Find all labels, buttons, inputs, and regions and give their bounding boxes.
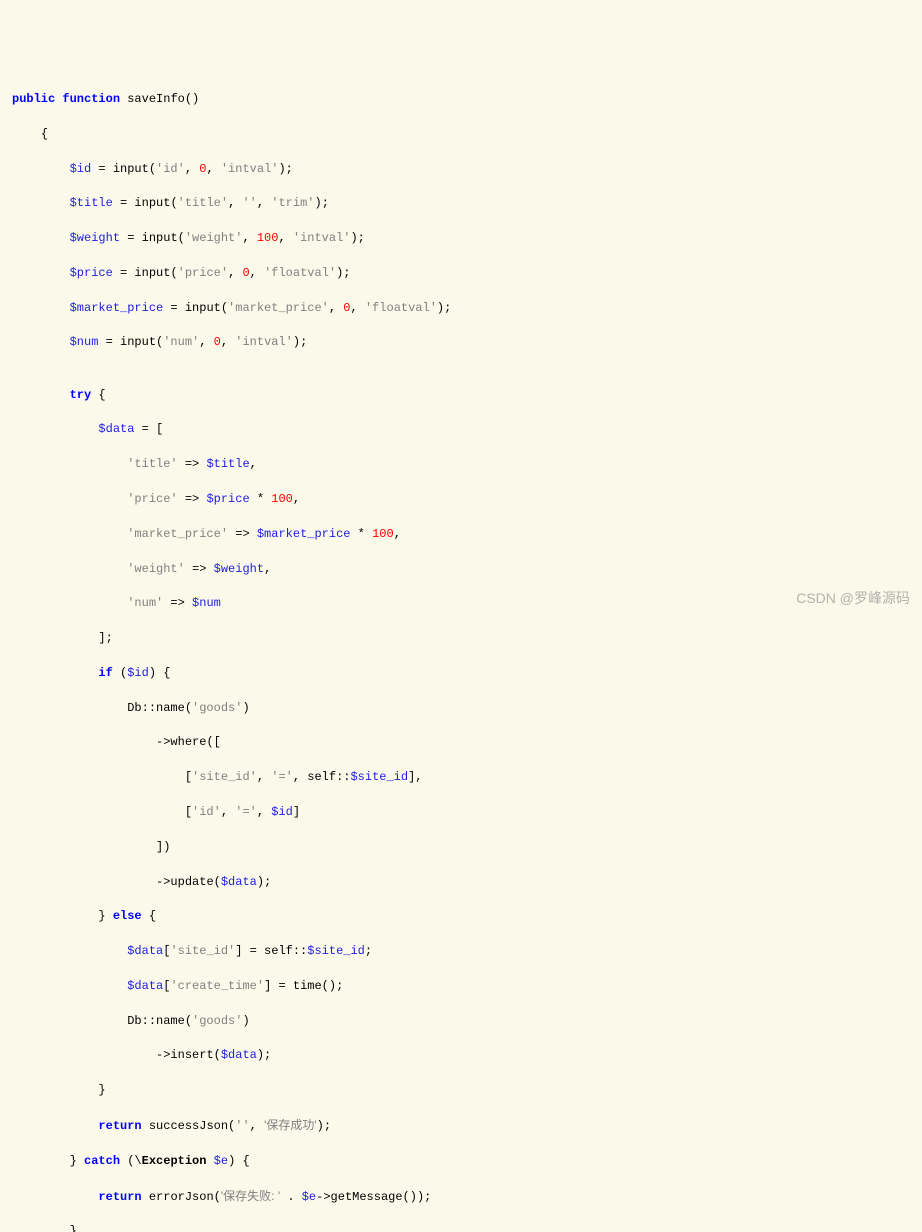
code-line: return successJson('', '保存成功'); (12, 1117, 922, 1135)
code-line: ['id', '=', $id] (12, 804, 922, 821)
code-line: $num = input('num', 0, 'intval'); (12, 334, 922, 351)
code-line: 'title' => $title, (12, 456, 922, 473)
code-line: ]) (12, 839, 922, 856)
code-line: 'market_price' => $market_price * 100, (12, 526, 922, 543)
code-line: if ($id) { (12, 665, 922, 682)
code-line: ['site_id', '=', self::$site_id], (12, 769, 922, 786)
code-line: public function saveInfo() (12, 91, 922, 108)
code-line: Db::name('goods') (12, 700, 922, 717)
code-line: ->insert($data); (12, 1047, 922, 1064)
watermark-text: CSDN @罗峰源码 (796, 588, 910, 608)
code-line: $price = input('price', 0, 'floatval'); (12, 265, 922, 282)
code-line: 'weight' => $weight, (12, 561, 922, 578)
code-line: $title = input('title', '', 'trim'); (12, 195, 922, 212)
code-line: Db::name('goods') (12, 1013, 922, 1030)
code-line: $data['site_id'] = self::$site_id; (12, 943, 922, 960)
code-line: $data['create_time'] = time(); (12, 978, 922, 995)
code-line: } (12, 1082, 922, 1099)
code-line: $market_price = input('market_price', 0,… (12, 300, 922, 317)
code-block: public function saveInfo() { $id = input… (12, 74, 922, 1232)
code-line: { (12, 126, 922, 143)
code-line: $data = [ (12, 421, 922, 438)
code-line: 'num' => $num (12, 595, 922, 612)
code-line: try { (12, 387, 922, 404)
code-line: 'price' => $price * 100, (12, 491, 922, 508)
code-line: ->where([ (12, 734, 922, 751)
code-line: $weight = input('weight', 100, 'intval')… (12, 230, 922, 247)
code-line: } else { (12, 908, 922, 925)
code-line: return errorJson('保存失败: ' . $e->getMessa… (12, 1188, 922, 1206)
code-line: } (12, 1223, 922, 1232)
code-line: } catch (\Exception $e) { (12, 1153, 922, 1170)
code-line: $id = input('id', 0, 'intval'); (12, 161, 922, 178)
code-line: ->update($data); (12, 874, 922, 891)
code-line: ]; (12, 630, 922, 647)
